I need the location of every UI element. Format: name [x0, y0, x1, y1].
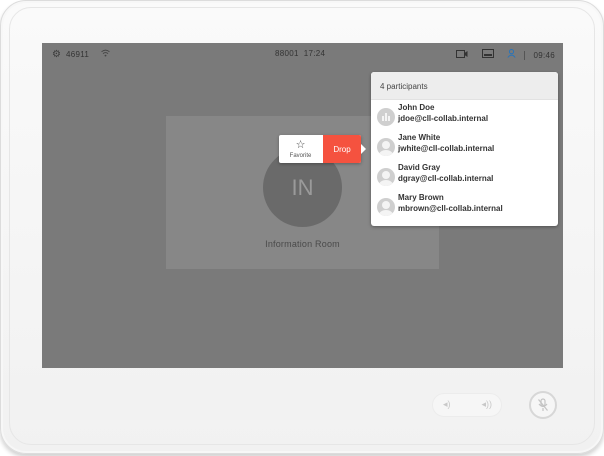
participant-action-popup: ☆ Favorite Drop [279, 135, 366, 163]
participant-row[interactable]: John Doe jdoe@cll-collab.internal [371, 100, 558, 130]
gear-icon[interactable]: ⚙ [52, 49, 61, 60]
favorite-button[interactable]: ☆ Favorite [279, 135, 322, 163]
person-avatar-icon [377, 198, 395, 216]
favorite-label: Favorite [289, 152, 312, 159]
person-icon[interactable] [507, 49, 517, 61]
wifi-icon [101, 49, 110, 60]
participants-panel: 4 participants John Doe jdoe@cll-collab.… [371, 72, 558, 226]
call-number: 88001 [275, 49, 299, 58]
participant-name: John Doe [398, 103, 435, 112]
status-center: 88001 17:24 [275, 49, 325, 58]
screen-icon[interactable] [482, 49, 495, 61]
drop-button[interactable]: Drop [323, 135, 361, 163]
status-right: 09:46 [456, 49, 555, 61]
volume-rocker[interactable]: ◂) ◂)) [432, 393, 502, 417]
room-name: Information Room [265, 239, 340, 249]
person-avatar-icon [377, 138, 395, 156]
participant-row[interactable]: David Gray dgray@cll-collab.internal [371, 160, 558, 190]
status-bar: ⚙ 46911 88001 17:24 09:46 [42, 43, 563, 67]
clock: 09:46 [533, 50, 555, 60]
participant-email: jwhite@cll-collab.internal [398, 144, 495, 153]
mic-mute-icon[interactable] [529, 391, 557, 419]
extension-number: 46911 [65, 50, 90, 59]
participant-email: dgray@cll-collab.internal [398, 174, 494, 183]
group-avatar-icon [377, 108, 395, 126]
participant-row[interactable]: Jane White jwhite@cll-collab.internal [371, 130, 558, 160]
camera-icon[interactable] [456, 49, 468, 61]
participant-email: jdoe@cll-collab.internal [398, 114, 489, 123]
call-duration: 17:24 [303, 49, 326, 58]
volume-up-icon[interactable]: ◂)) [481, 399, 492, 410]
participant-row[interactable]: Mary Brown mbrown@cll-collab.internal [371, 190, 558, 220]
star-icon: ☆ [295, 138, 306, 151]
participant-email: mbrown@cll-collab.internal [398, 204, 503, 213]
volume-down-icon[interactable]: ◂) [443, 399, 451, 410]
person-avatar-icon [377, 168, 395, 186]
participant-name: David Gray [398, 163, 441, 172]
popup-arrow [361, 144, 366, 154]
status-divider [524, 50, 526, 60]
status-left: ⚙ 46911 [52, 49, 110, 60]
participants-header: 4 participants [371, 72, 558, 100]
participant-name: Mary Brown [398, 193, 444, 202]
participant-name: Jane White [398, 133, 441, 142]
